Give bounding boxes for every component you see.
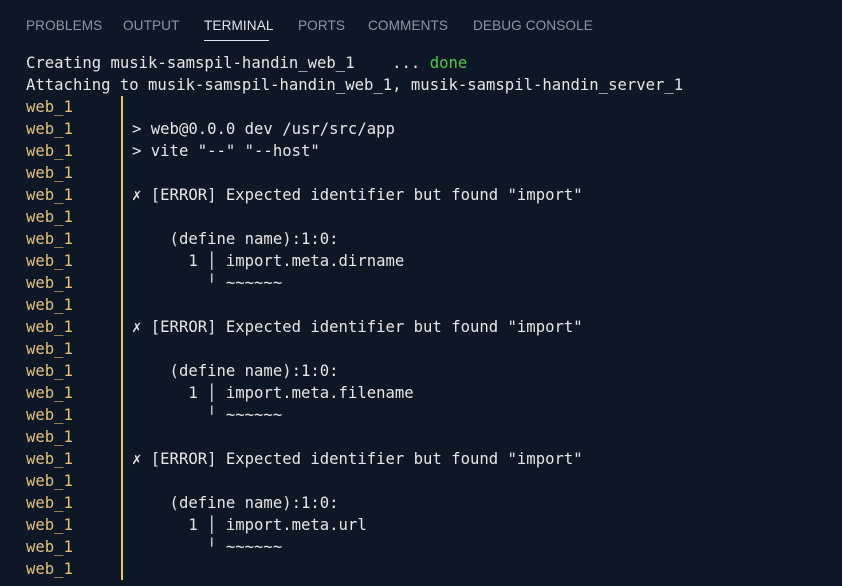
terminal-log-line: web_1 ╵ ~~~~~~: [0, 536, 842, 558]
service-separator: [121, 404, 123, 426]
service-separator: [121, 294, 123, 316]
service-prefix: web_1: [26, 186, 73, 204]
service-separator: [121, 338, 123, 360]
log-message: (define name):1:0:: [132, 230, 339, 248]
terminal-log-line: web_1 ╵ ~~~~~~: [0, 272, 842, 294]
service-prefix: web_1: [26, 252, 73, 270]
service-separator: [121, 316, 123, 338]
active-tab-indicator: [204, 40, 269, 41]
service-separator: [121, 206, 123, 228]
service-separator: [121, 118, 123, 140]
terminal-log-line: web_1 (define name):1:0:: [0, 360, 842, 382]
tab-problems[interactable]: PROBLEMS: [26, 17, 102, 35]
log-message: 1 │ import.meta.filename: [132, 384, 414, 402]
service-prefix: web_1: [26, 274, 73, 292]
log-message: 1 │ import.meta.url: [132, 516, 367, 534]
service-prefix: web_1: [26, 406, 73, 424]
log-message: (define name):1:0:: [132, 494, 339, 512]
service-prefix: web_1: [26, 296, 73, 314]
log-message: 1 │ import.meta.dirname: [132, 252, 405, 270]
attaching-text: Attaching to musik-samspil-handin_web_1,…: [26, 76, 684, 94]
terminal-log-line: web_1 1 │ import.meta.dirname: [0, 250, 842, 272]
log-message: > web@0.0.0 dev /usr/src/app: [132, 120, 395, 138]
terminal-log-line: web_1: [0, 426, 842, 448]
service-separator: [121, 492, 123, 514]
service-separator: [121, 426, 123, 448]
service-separator: [121, 448, 123, 470]
service-prefix: web_1: [26, 318, 73, 336]
terminal-log-line: web_1: [0, 294, 842, 316]
terminal-log-line: web_1: [0, 558, 842, 580]
terminal-log-line: web_1 > web@0.0.0 dev /usr/src/app: [0, 118, 842, 140]
service-separator: [121, 250, 123, 272]
panel-tab-bar: PROBLEMS OUTPUT TERMINAL PORTS COMMENTS …: [0, 0, 842, 50]
service-prefix: web_1: [26, 494, 73, 512]
log-message: ╵ ~~~~~~: [132, 274, 283, 292]
service-separator: [121, 184, 123, 206]
log-message: ╵ ~~~~~~: [132, 538, 283, 556]
service-separator: [121, 140, 123, 162]
log-message: > vite "--" "--host": [132, 142, 320, 160]
terminal-log-line: web_1 1 │ import.meta.filename: [0, 382, 842, 404]
service-separator: [121, 162, 123, 184]
tab-ports[interactable]: PORTS: [298, 17, 345, 35]
log-message: ✗ [ERROR] Expected identifier but found …: [132, 186, 583, 204]
service-prefix: web_1: [26, 142, 73, 160]
service-separator: [121, 272, 123, 294]
terminal-log-line: web_1 1 │ import.meta.url: [0, 514, 842, 536]
service-prefix: web_1: [26, 120, 73, 138]
service-prefix: web_1: [26, 164, 73, 182]
tab-output[interactable]: OUTPUT: [123, 17, 179, 35]
service-separator: [121, 228, 123, 250]
service-separator: [121, 382, 123, 404]
terminal-log-line: web_1: [0, 96, 842, 118]
terminal-log-line: web_1 ╵ ~~~~~~: [0, 404, 842, 426]
service-separator: [121, 536, 123, 558]
terminal-log-line: web_1: [0, 206, 842, 228]
service-prefix: web_1: [26, 362, 73, 380]
service-prefix: web_1: [26, 538, 73, 556]
creating-text: Creating musik-samspil-handin_web_1 ...: [26, 54, 430, 72]
service-prefix: web_1: [26, 98, 73, 116]
terminal-panel: PROBLEMS OUTPUT TERMINAL PORTS COMMENTS …: [0, 0, 842, 586]
tab-comments[interactable]: COMMENTS: [368, 17, 448, 35]
terminal-output[interactable]: Creating musik-samspil-handin_web_1 ... …: [0, 52, 842, 586]
terminal-log-line: web_1 (define name):1:0:: [0, 228, 842, 250]
terminal-log-line: web_1 ✗ [ERROR] Expected identifier but f…: [0, 184, 842, 206]
terminal-log-line: web_1 (define name):1:0:: [0, 492, 842, 514]
service-separator: [121, 96, 123, 118]
service-prefix: web_1: [26, 450, 73, 468]
tab-debug-console[interactable]: DEBUG CONSOLE: [473, 17, 593, 35]
service-prefix: web_1: [26, 208, 73, 226]
done-status: done: [429, 54, 468, 72]
log-message: (define name):1:0:: [132, 362, 339, 380]
log-message: ✗ [ERROR] Expected identifier but found …: [132, 318, 583, 336]
service-prefix: web_1: [26, 516, 73, 534]
service-prefix: web_1: [26, 428, 73, 446]
terminal-line-creating: Creating musik-samspil-handin_web_1 ... …: [0, 52, 842, 74]
terminal-log-line: web_1: [0, 338, 842, 360]
service-prefix: web_1: [26, 340, 73, 358]
service-prefix: web_1: [26, 560, 73, 578]
service-separator: [121, 360, 123, 382]
log-message: ╵ ~~~~~~: [132, 406, 283, 424]
service-prefix: web_1: [26, 230, 73, 248]
log-message: ✗ [ERROR] Expected identifier but found …: [132, 450, 583, 468]
tab-terminal[interactable]: TERMINAL: [204, 17, 274, 35]
service-separator: [121, 558, 123, 580]
terminal-log-line: web_1: [0, 162, 842, 184]
service-prefix: web_1: [26, 384, 73, 402]
service-prefix: web_1: [26, 472, 73, 490]
terminal-line-attaching: Attaching to musik-samspil-handin_web_1,…: [0, 74, 842, 96]
service-separator: [121, 514, 123, 536]
terminal-log-line: web_1: [0, 470, 842, 492]
terminal-log-line: web_1 > vite "--" "--host": [0, 140, 842, 162]
terminal-log-line: web_1 ✗ [ERROR] Expected identifier but f…: [0, 448, 842, 470]
service-separator: [121, 470, 123, 492]
terminal-log-line: web_1 ✗ [ERROR] Expected identifier but f…: [0, 316, 842, 338]
